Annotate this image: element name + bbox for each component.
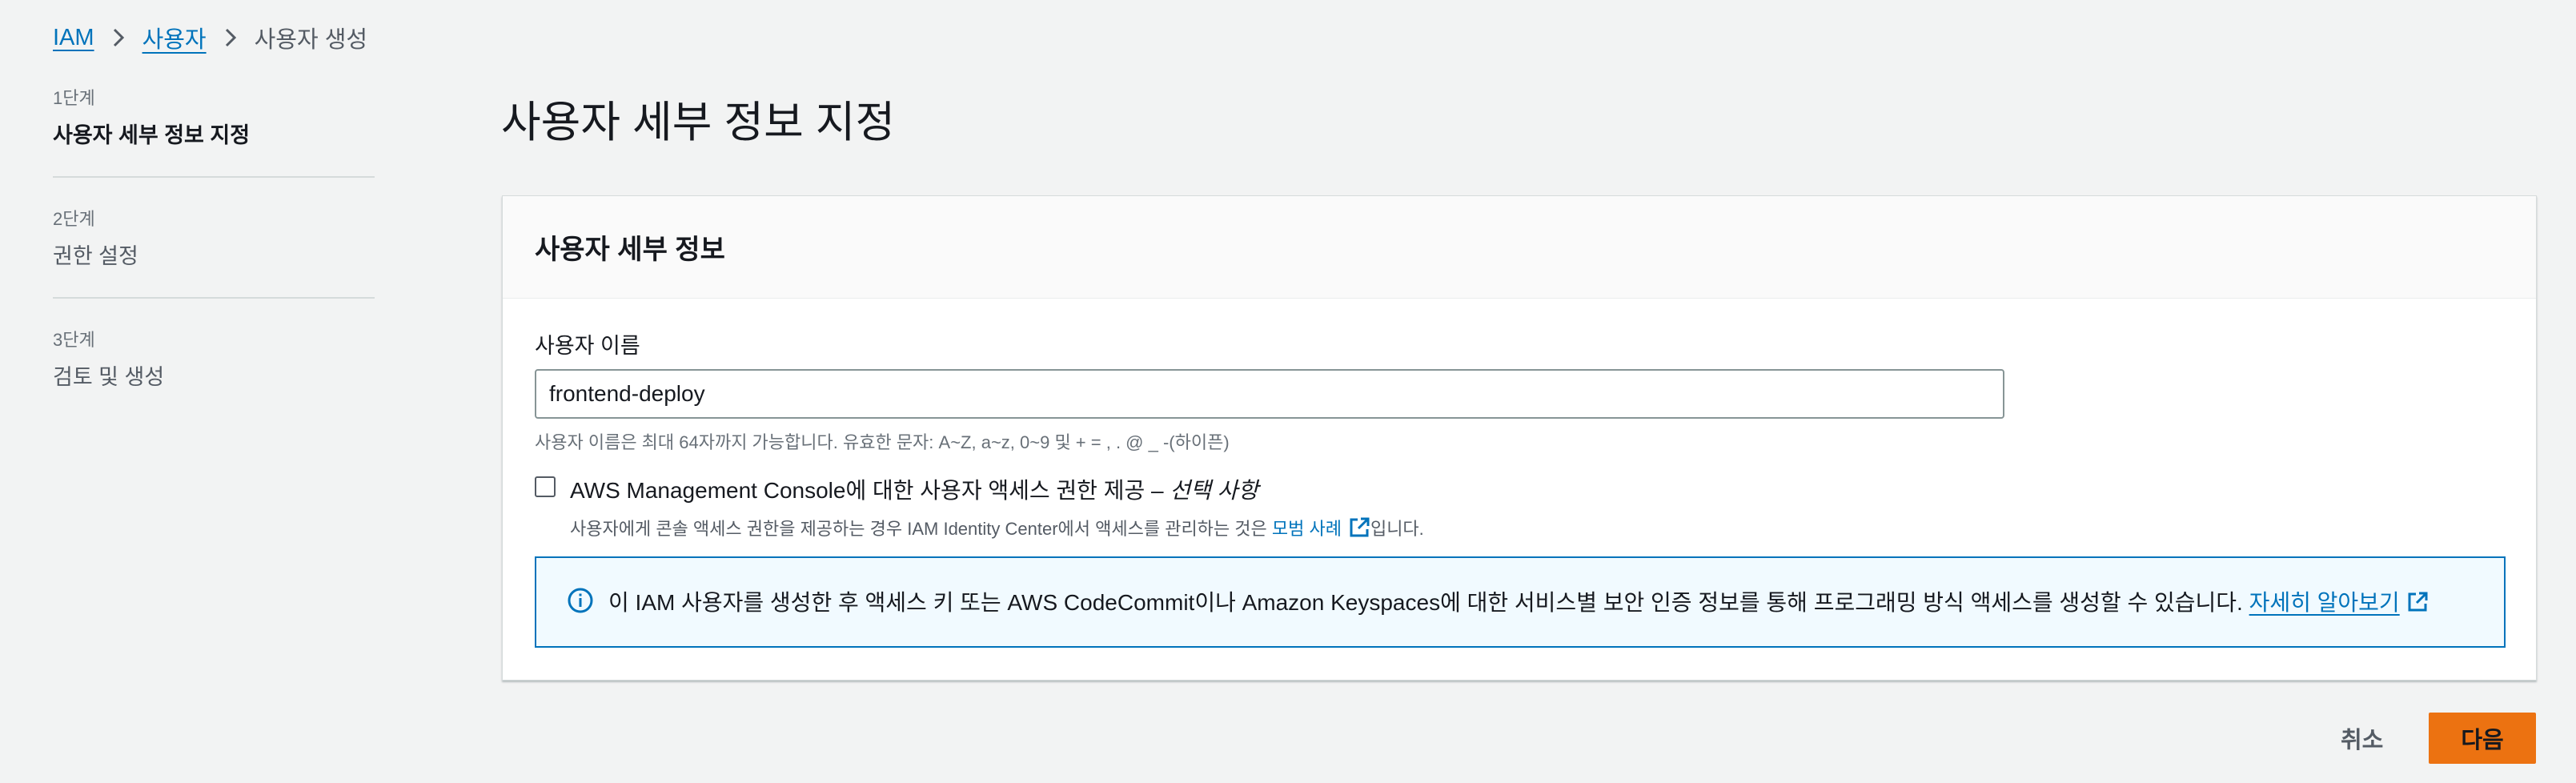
- info-alert-message: 이 IAM 사용자를 생성한 후 액세스 키 또는 AWS CodeCommit…: [608, 590, 2249, 616]
- console-access-checkbox[interactable]: [535, 476, 556, 497]
- external-link-icon[interactable]: [1348, 516, 1370, 544]
- breadcrumb: IAM 사용자 사용자 생성: [53, 21, 367, 54]
- console-access-label[interactable]: AWS Management Console에 대한 사용자 액세스 권한 제공…: [570, 473, 1424, 505]
- wizard-step-2: 2단계 권한 설정: [53, 205, 375, 299]
- chevron-right-icon: [224, 27, 237, 48]
- learn-more-link[interactable]: 자세히 알아보기: [2249, 590, 2400, 615]
- wizard-step-number: 3단계: [53, 330, 95, 350]
- container-title: 사용자 세부 정보: [535, 235, 725, 265]
- page-title: 사용자 세부 정보 지정: [501, 98, 896, 147]
- info-alert-text: 이 IAM 사용자를 생성한 후 액세스 키 또는 AWS CodeCommit…: [608, 585, 2429, 618]
- wizard-step-title: 사용자 세부 정보 지정: [53, 123, 251, 147]
- console-access-label-text: AWS Management Console에 대한 사용자 액세스 권한 제공…: [570, 478, 1170, 503]
- external-link-icon[interactable]: [2406, 591, 2429, 619]
- wizard-step-number: 1단계: [53, 88, 95, 108]
- best-practices-link[interactable]: 모범 사례: [1272, 519, 1342, 539]
- wizard-step-1: 1단계 사용자 세부 정보 지정: [53, 84, 375, 178]
- optional-label: 선택 사항: [1170, 478, 1259, 503]
- user-details-container: 사용자 세부 정보 사용자 이름 사용자 이름은 최대 64자까지 가능합니다.…: [502, 195, 2537, 681]
- username-input[interactable]: [535, 369, 2004, 419]
- console-access-description: 사용자에게 콘솔 액세스 권한을 제공하는 경우 IAM Identity Ce…: [570, 515, 1424, 544]
- wizard-step-3: 3단계 검토 및 생성: [53, 326, 375, 418]
- breadcrumb-iam-link[interactable]: IAM: [53, 25, 94, 51]
- console-access-option: AWS Management Console에 대한 사용자 액세스 권한 제공…: [535, 473, 1424, 544]
- wizard-step-number: 2단계: [53, 209, 95, 229]
- console-access-desc-text: 사용자에게 콘솔 액세스 권한을 제공하는 경우 IAM Identity Ce…: [570, 519, 1272, 539]
- container-header: 사용자 세부 정보: [503, 196, 2536, 299]
- cancel-button[interactable]: 취소: [2321, 713, 2402, 764]
- info-alert: 이 IAM 사용자를 생성한 후 액세스 키 또는 AWS CodeCommit…: [535, 556, 2506, 648]
- breadcrumb-users-link[interactable]: 사용자: [142, 21, 207, 54]
- chevron-right-icon: [112, 27, 125, 48]
- username-label: 사용자 이름: [535, 334, 640, 358]
- wizard-navigation: 1단계 사용자 세부 정보 지정 2단계 권한 설정 3단계 검토 및 생성: [53, 84, 375, 445]
- console-access-desc-suffix: 입니다.: [1370, 519, 1424, 539]
- wizard-step-title: 검토 및 생성: [53, 365, 165, 389]
- wizard-step-title: 권한 설정: [53, 244, 138, 268]
- breadcrumb-current: 사용자 생성: [254, 27, 368, 53]
- info-icon: [567, 587, 594, 618]
- username-constraint-text: 사용자 이름은 최대 64자까지 가능합니다. 유효한 문자: A~Z, a~z…: [535, 432, 1230, 452]
- next-button[interactable]: 다음: [2429, 713, 2536, 764]
